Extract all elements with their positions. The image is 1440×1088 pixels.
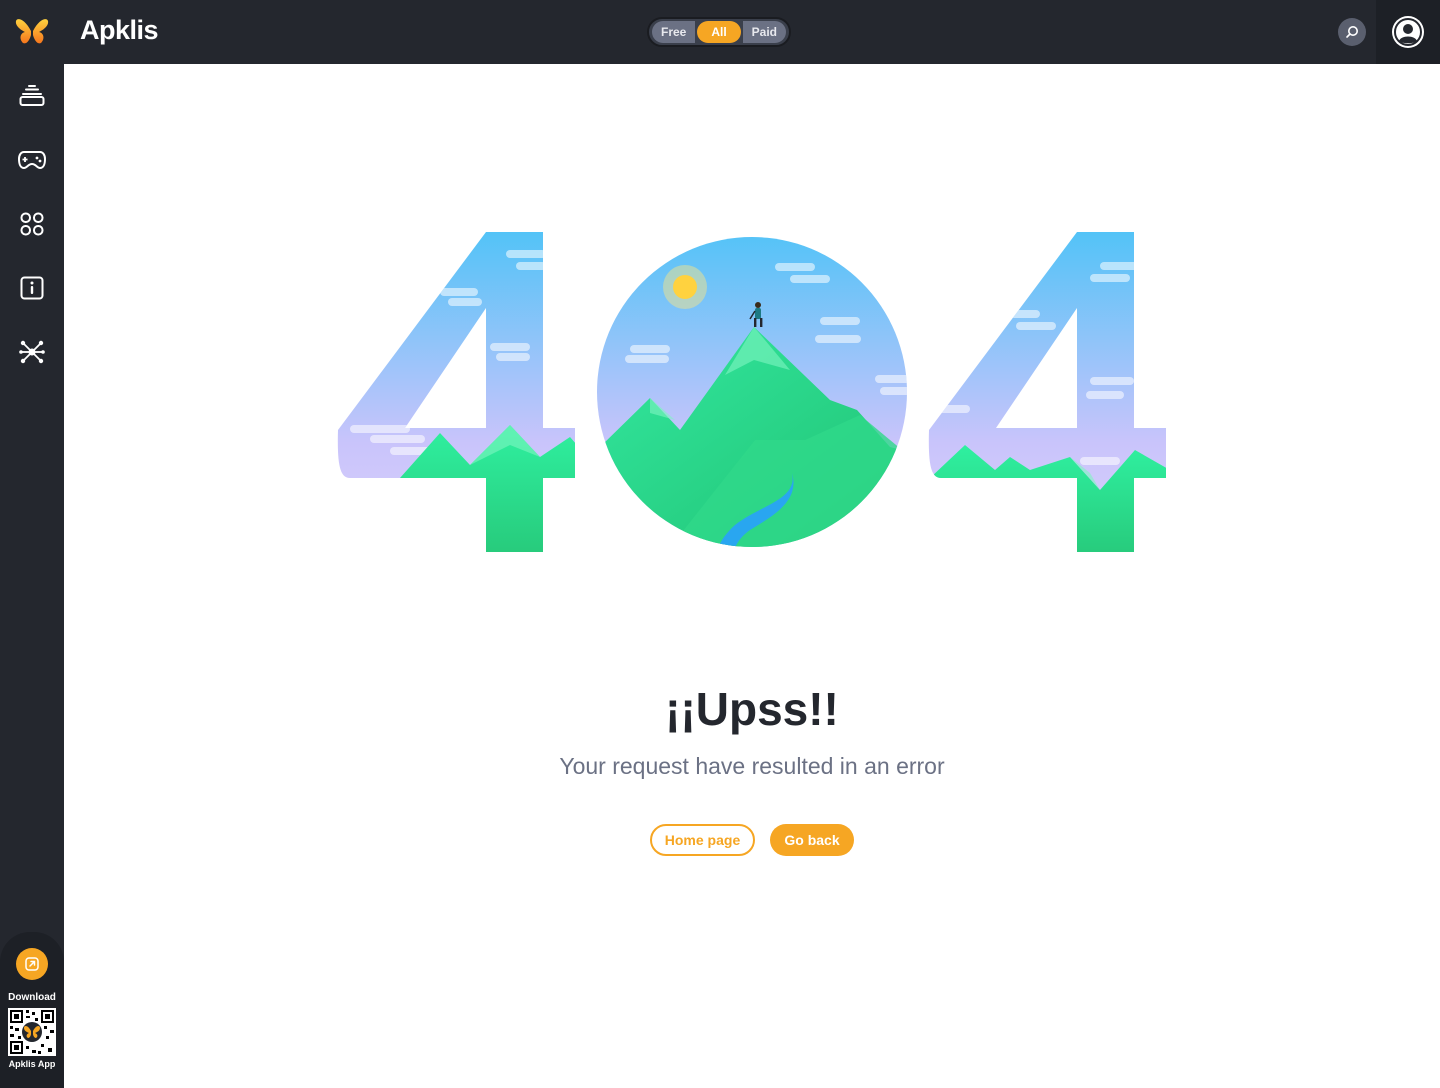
app-label: Apklis App — [8, 1059, 56, 1069]
apps-stack-icon — [19, 85, 45, 106]
user-menu — [1376, 0, 1440, 64]
butterfly-logo-icon — [15, 19, 49, 44]
go-back-button[interactable]: Go back — [770, 824, 854, 856]
search-icon — [1346, 26, 1358, 38]
external-link-icon — [25, 957, 39, 971]
download-app-panel: Download Apklis App — [0, 932, 64, 1088]
404-illustration — [337, 232, 1166, 552]
info-icon — [20, 276, 44, 300]
download-label: Download — [8, 992, 56, 1003]
sidebar-item-info[interactable] — [0, 256, 64, 320]
digit-four-right — [928, 232, 1166, 552]
sidebar: Download Apklis App — [0, 64, 64, 1088]
qr-code — [8, 1008, 56, 1056]
top-bar: Apklis Free All Paid — [0, 0, 1440, 64]
download-button[interactable] — [16, 948, 48, 980]
sidebar-item-games[interactable] — [0, 128, 64, 192]
qr-code-image — [10, 1010, 54, 1054]
brand-name[interactable]: Apklis — [80, 15, 159, 46]
gamepad-icon — [18, 151, 46, 170]
sidebar-item-apps[interactable] — [0, 64, 64, 128]
digit-zero-circle — [597, 237, 907, 547]
apklis-logo[interactable] — [0, 0, 64, 64]
user-icon — [1394, 18, 1422, 46]
filter-paid[interactable]: Paid — [742, 21, 786, 43]
digit-four-left — [337, 232, 576, 552]
filter-free[interactable]: Free — [652, 21, 696, 43]
avatar[interactable] — [1392, 16, 1424, 48]
filter-all[interactable]: All — [697, 21, 741, 43]
categories-grid-icon — [20, 212, 44, 236]
sidebar-item-categories[interactable] — [0, 192, 64, 256]
developers-network-icon — [19, 340, 45, 364]
search-button[interactable] — [1338, 18, 1366, 46]
sidebar-item-developers[interactable] — [0, 320, 64, 384]
error-title: ¡¡Upss!! — [665, 683, 839, 735]
price-filter-toggle: Free All Paid — [647, 17, 791, 47]
home-page-button[interactable]: Home page — [650, 824, 755, 856]
error-message: Your request have resulted in an error — [559, 753, 945, 779]
